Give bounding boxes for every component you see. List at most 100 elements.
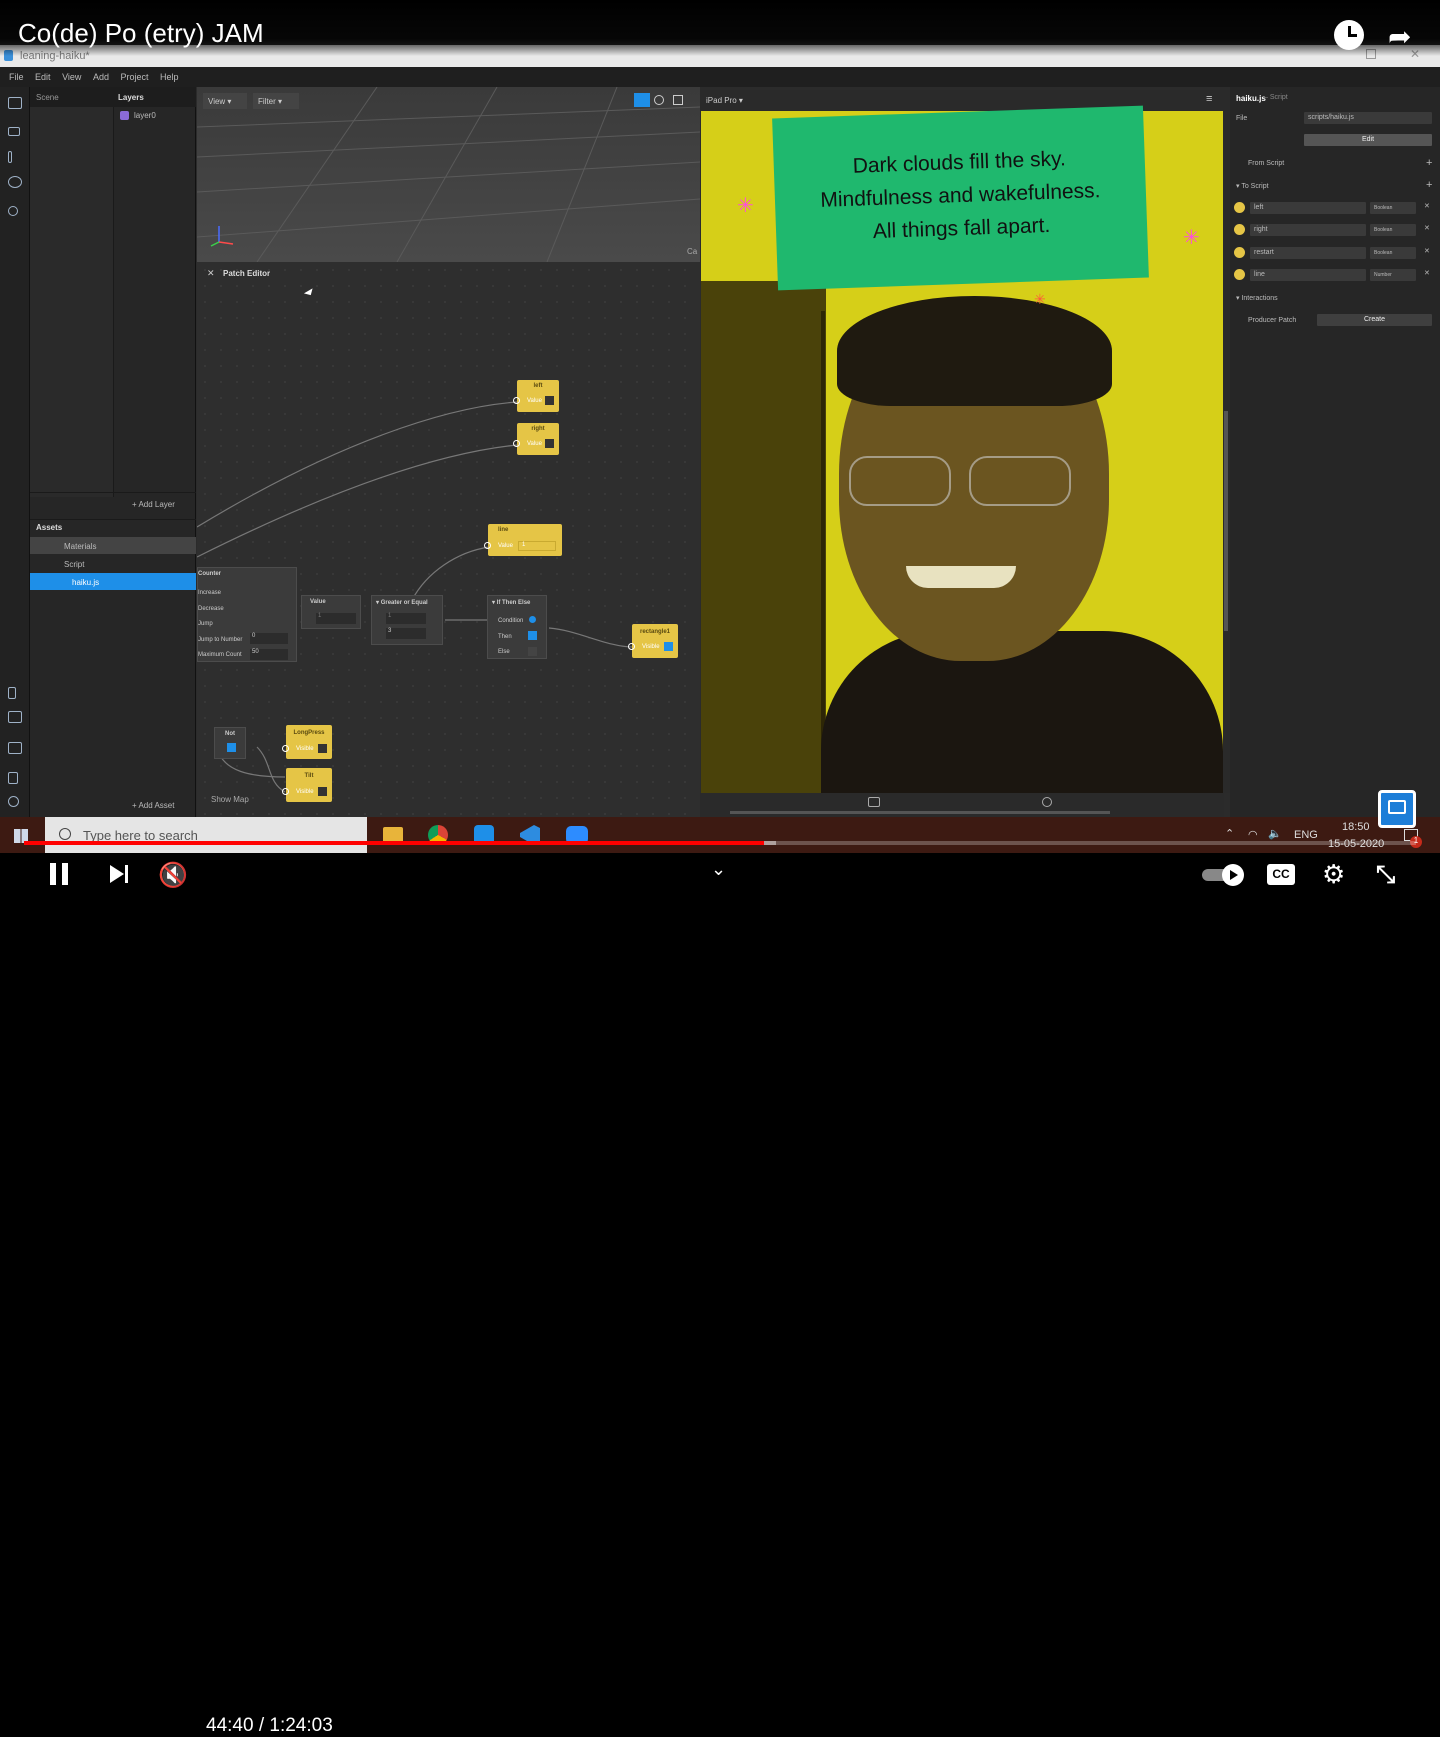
upload-icon[interactable] [8, 711, 22, 723]
progress-played[interactable] [24, 841, 764, 845]
node-rectangle-checkbox[interactable] [664, 642, 673, 651]
watch-later-icon[interactable] [1334, 20, 1364, 50]
chevron-down-icon[interactable]: ⌄ [711, 859, 726, 880]
layout-icon[interactable] [8, 97, 22, 109]
sync-icon[interactable] [8, 176, 22, 188]
node-left-port[interactable] [513, 397, 520, 404]
video-title[interactable]: Co(de) Po (etry) JAM [18, 18, 264, 49]
menu-project[interactable]: Project [120, 72, 148, 82]
move-tool-icon[interactable] [634, 93, 650, 107]
var-name[interactable]: left [1250, 202, 1366, 214]
device-dropdown[interactable]: iPad Pro ▾ [706, 96, 743, 105]
tray-chevron-icon[interactable]: ⌃ [1225, 827, 1234, 840]
var-row-right[interactable]: right Boolean ✕ [1234, 223, 1440, 237]
node-right[interactable]: right Value [513, 423, 559, 455]
rotate-tool-icon[interactable] [654, 95, 664, 105]
device-icon[interactable] [8, 687, 16, 699]
help-icon[interactable] [8, 796, 19, 807]
node-longpress[interactable]: LongPress Visible [282, 725, 332, 759]
node-right-port[interactable] [513, 440, 520, 447]
vertical-scrollbar[interactable] [1223, 111, 1230, 793]
node-gte-a[interactable]: 1 [386, 613, 426, 624]
node-tilt-checkbox[interactable] [318, 787, 327, 796]
view-dropdown[interactable]: View ▾ [203, 93, 247, 109]
search-icon[interactable] [8, 206, 18, 216]
node-value[interactable]: Value 1 [301, 595, 361, 629]
node-not-checkbox[interactable] [227, 743, 236, 752]
bug-icon[interactable] [8, 772, 18, 784]
ifthen-condition-dot[interactable] [529, 616, 536, 623]
menu-view[interactable]: View [62, 72, 81, 82]
node-line-value[interactable]: 1 [518, 541, 556, 551]
clock-time[interactable]: 18:50 [1342, 821, 1370, 833]
filter-dropdown[interactable]: Filter ▾ [253, 93, 299, 109]
show-map-button[interactable]: Show Map [211, 795, 249, 804]
var-type[interactable]: Number [1370, 269, 1416, 281]
exit-fullscreen-icon[interactable]: ⤡ [1376, 861, 1395, 889]
node-tilt[interactable]: Tilt Visible [282, 768, 332, 802]
ifthen-then-checkbox[interactable] [528, 631, 537, 640]
node-right-checkbox[interactable] [545, 439, 554, 448]
var-type[interactable]: Boolean [1370, 224, 1416, 236]
autoplay-toggle[interactable] [1202, 864, 1248, 886]
scale-tool-icon[interactable] [673, 95, 683, 105]
node-rectangle-port[interactable] [628, 643, 635, 650]
remove-var-icon[interactable]: ✕ [1424, 202, 1430, 210]
settings-gear-icon[interactable]: ⚙ [1322, 859, 1345, 890]
var-type[interactable]: Boolean [1370, 202, 1416, 214]
remove-var-icon[interactable]: ✕ [1424, 269, 1430, 277]
node-gte-b[interactable]: 3 [386, 628, 426, 639]
asset-haiku-js[interactable]: haiku.js [30, 573, 196, 590]
node-longpress-checkbox[interactable] [318, 744, 327, 753]
viewport[interactable]: View ▾ Filter ▾ Ca [197, 87, 700, 262]
remove-var-icon[interactable]: ✕ [1424, 224, 1430, 232]
preview-scrollbar[interactable] [730, 811, 1110, 814]
create-button[interactable]: Create [1317, 314, 1432, 326]
node-value-input[interactable]: 1 [316, 613, 356, 624]
node-line-port[interactable] [484, 542, 491, 549]
add-to-script-icon[interactable]: + [1426, 179, 1432, 191]
columns-icon[interactable] [8, 151, 12, 163]
add-asset-button[interactable]: + Add Asset [132, 801, 174, 810]
node-greater-equal[interactable]: ▾ Greater or Equal 1 3 [371, 595, 443, 645]
patch-editor[interactable]: ✕ Patch Editor left Value right Value li… [197, 262, 700, 817]
file-field[interactable]: scripts/haiku.js [1304, 112, 1432, 124]
picture-in-picture-icon[interactable] [1378, 790, 1416, 828]
assets-materials-row[interactable]: Materials [30, 537, 196, 554]
node-tilt-port[interactable] [282, 788, 289, 795]
counter-jump-value[interactable]: 0 [250, 633, 288, 644]
node-counter[interactable]: Counter Increase Decrease Jump Jump to N… [197, 567, 297, 662]
var-name[interactable]: line [1250, 269, 1366, 281]
wifi-icon[interactable]: ◠ [1248, 828, 1258, 841]
counter-max-value[interactable]: 50 [250, 649, 288, 660]
menu-edit[interactable]: Edit [35, 72, 51, 82]
assets-script-row[interactable]: Script [30, 555, 196, 572]
menu-add[interactable]: Add [93, 72, 109, 82]
var-name[interactable]: right [1250, 224, 1366, 236]
menu-icon[interactable]: ≡ [1206, 93, 1212, 105]
rotate-device-icon[interactable] [1042, 797, 1052, 807]
captions-button[interactable]: CC [1267, 864, 1295, 885]
language-indicator[interactable]: ENG [1294, 829, 1318, 841]
var-row-left[interactable]: left Boolean ✕ [1234, 201, 1440, 215]
share-icon[interactable]: ➦ [1388, 20, 1411, 53]
camera-switch-icon[interactable] [868, 797, 880, 807]
var-name[interactable]: restart [1250, 247, 1366, 259]
node-not[interactable]: Not [214, 727, 246, 759]
volume-icon[interactable]: 🔈 [1268, 827, 1282, 840]
menu-file[interactable]: File [9, 72, 24, 82]
video-player[interactable]: leaning-haiku* ✕ File Edit View Add Proj… [0, 0, 1440, 900]
var-type[interactable]: Boolean [1370, 247, 1416, 259]
video-icon[interactable] [8, 127, 20, 136]
add-layer-button[interactable]: + Add Layer [132, 500, 175, 509]
var-row-line[interactable]: line Number ✕ [1234, 268, 1440, 282]
menu-help[interactable]: Help [160, 72, 179, 82]
node-longpress-port[interactable] [282, 745, 289, 752]
folder-icon[interactable] [8, 742, 22, 754]
remove-var-icon[interactable]: ✕ [1424, 247, 1430, 255]
next-button[interactable] [108, 863, 132, 885]
ifthen-else-checkbox[interactable] [528, 647, 537, 656]
layer-item[interactable]: layer0 [134, 111, 156, 120]
var-row-restart[interactable]: restart Boolean ✕ [1234, 246, 1440, 260]
node-rectangle1[interactable]: rectangle1 Visible [628, 624, 678, 658]
